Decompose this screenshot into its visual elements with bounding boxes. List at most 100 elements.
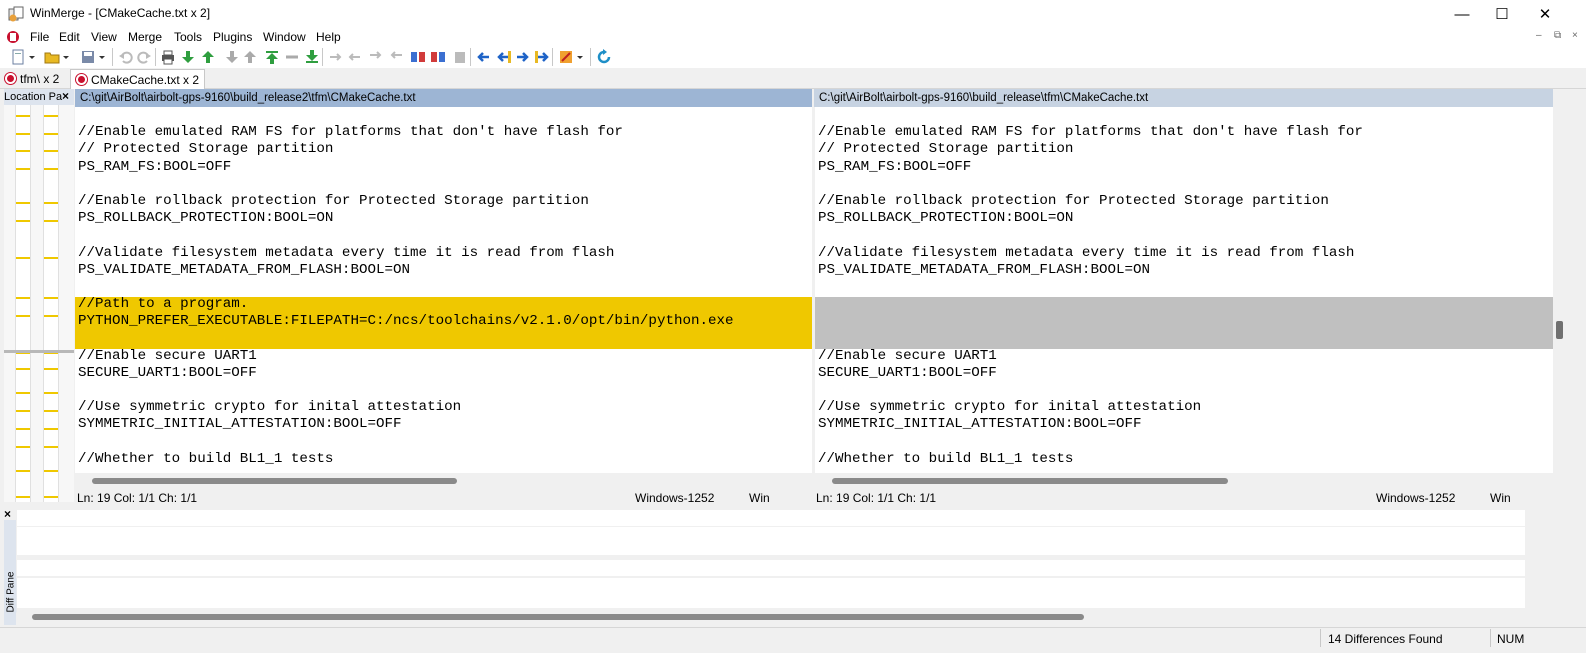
tab-tfm[interactable]: tfm\ x 2 [0,69,64,88]
code-line[interactable]: //Use symmetric crypto for inital attest… [818,399,1553,416]
prev-diff-icon[interactable] [200,49,216,65]
code-line[interactable]: //Validate filesystem metadata every tim… [78,245,812,262]
move-right-icon[interactable] [514,49,530,65]
encoding[interactable]: Windows-1252 [1376,490,1455,507]
encoding[interactable]: Windows-1252 [635,490,714,507]
code-line[interactable] [78,330,812,347]
refresh-icon[interactable] [596,49,612,65]
copy-all-left-icon[interactable] [430,49,446,65]
save-icon[interactable] [80,49,96,65]
code-line[interactable]: PS_ROLLBACK_PROTECTION:BOOL=ON [818,210,1553,227]
left-horizontal-scrollbar[interactable] [75,473,812,489]
print-icon[interactable] [160,49,176,65]
mdi-restore-button[interactable]: ⧉ [1554,30,1561,41]
current-diff-icon[interactable] [284,49,300,65]
document-icon[interactable] [6,30,20,44]
scrollbar-thumb[interactable] [92,478,457,484]
menu-help[interactable]: Help [316,30,341,44]
minimize-button[interactable]: — [1440,0,1484,28]
code-line[interactable]: //Enable secure UART1 [818,348,1553,365]
code-line[interactable]: //Use symmetric crypto for inital attest… [78,399,812,416]
scrollbar-thumb[interactable] [1556,321,1563,339]
code-line[interactable]: // Protected Storage partition [78,141,812,158]
code-line[interactable]: //Enable rollback protection for Protect… [78,193,812,210]
options-dropdown-icon[interactable] [576,49,584,65]
code-line[interactable]: //Path to a program. [78,296,812,313]
menu-view[interactable]: View [91,30,117,44]
code-line[interactable] [78,176,812,193]
code-line[interactable] [818,313,1553,330]
code-line[interactable]: PYTHON_PREFER_EXECUTABLE:FILEPATH=C:/ncs… [78,313,812,330]
copy-all-right-icon[interactable] [410,49,426,65]
location-pane-close-button[interactable]: × [62,89,69,103]
vertical-scrollbar[interactable] [1553,107,1566,473]
diff-pane-horizontal-scrollbar[interactable] [17,611,1525,623]
eol-style[interactable]: Win [1490,490,1511,507]
close-button[interactable]: ✕ [1523,0,1567,28]
right-horizontal-scrollbar[interactable] [815,473,1553,489]
right-file-pane[interactable]: //Enable emulated RAM FS for platforms t… [815,107,1553,473]
code-line[interactable]: // Protected Storage partition [818,141,1553,158]
first-diff-icon[interactable] [264,49,280,65]
code-line[interactable] [818,107,1553,124]
code-line[interactable]: SECURE_UART1:BOOL=OFF [818,365,1553,382]
code-line[interactable]: SECURE_UART1:BOOL=OFF [78,365,812,382]
diff-pane-close-button[interactable]: × [4,507,11,521]
code-line[interactable]: //Enable rollback protection for Protect… [818,193,1553,210]
move-right-advance-icon[interactable] [534,49,550,65]
code-line[interactable]: //Enable emulated RAM FS for platforms t… [78,124,812,141]
eol-style[interactable]: Win [749,490,770,507]
redo-icon[interactable] [136,49,152,65]
tab-cmakecache[interactable]: CMakeCache.txt x 2 [70,69,206,89]
new-icon[interactable] [10,49,26,65]
code-line[interactable] [818,382,1553,399]
code-line[interactable]: //Validate filesystem metadata every tim… [818,245,1553,262]
code-line[interactable]: PS_VALIDATE_METADATA_FROM_FLASH:BOOL=ON [78,262,812,279]
new-dropdown-icon[interactable] [28,49,36,65]
copy-right-advance-icon[interactable] [368,49,384,65]
code-line[interactable] [78,382,812,399]
code-line[interactable]: //Enable secure UART1 [78,348,812,365]
code-line[interactable] [818,296,1553,313]
mdi-minimize-button[interactable]: ‒ [1536,30,1542,41]
code-line[interactable]: PS_RAM_FS:BOOL=OFF [818,159,1553,176]
left-code-view[interactable]: //Enable emulated RAM FS for platforms t… [75,107,812,468]
code-line[interactable] [78,279,812,296]
copy-left-icon[interactable] [346,49,362,65]
code-line[interactable] [78,107,812,124]
move-left-icon[interactable] [476,49,492,65]
menu-plugins[interactable]: Plugins [213,30,252,44]
save-dropdown-icon[interactable] [98,49,106,65]
left-file-pane[interactable]: //Enable emulated RAM FS for platforms t… [75,107,812,473]
open-dropdown-icon[interactable] [62,49,70,65]
code-line[interactable] [818,279,1553,296]
menu-window[interactable]: Window [263,30,306,44]
code-line[interactable]: SYMMETRIC_INITIAL_ATTESTATION:BOOL=OFF [818,416,1553,433]
location-bar-left[interactable] [15,105,31,502]
mdi-close-button[interactable]: × [1572,30,1578,41]
last-diff-icon[interactable] [304,49,320,65]
maximize-button[interactable]: ☐ [1480,0,1524,28]
code-line[interactable] [818,227,1553,244]
menu-tools[interactable]: Tools [174,30,202,44]
menu-edit[interactable]: Edit [59,30,80,44]
code-line[interactable] [78,227,812,244]
copy-left-advance-icon[interactable] [388,49,404,65]
next-conflict-icon[interactable] [224,49,240,65]
code-line[interactable]: //Whether to build BL1_1 tests [78,451,812,468]
copy-right-icon[interactable] [328,49,344,65]
diff-pane-right-line[interactable] [17,578,1525,608]
code-line[interactable]: //Enable emulated RAM FS for platforms t… [818,124,1553,141]
right-code-view[interactable]: //Enable emulated RAM FS for platforms t… [815,107,1553,468]
code-line[interactable] [78,434,812,451]
undo-icon[interactable] [118,49,134,65]
code-line[interactable]: PS_RAM_FS:BOOL=OFF [78,159,812,176]
code-line[interactable] [818,176,1553,193]
prev-conflict-icon[interactable] [242,49,258,65]
diff-pane-left-line[interactable] [17,527,1525,555]
scrollbar-thumb[interactable] [832,478,1228,484]
move-left-advance-icon[interactable] [496,49,512,65]
scrollbar-thumb[interactable] [32,614,1084,620]
menu-merge[interactable]: Merge [128,30,162,44]
menu-file[interactable]: File [30,30,49,44]
